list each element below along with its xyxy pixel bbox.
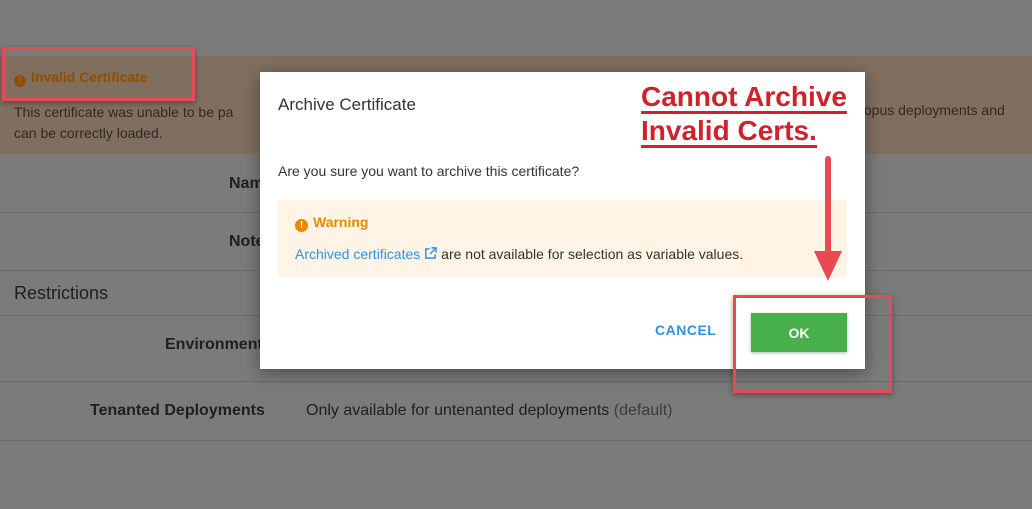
divider xyxy=(0,440,1032,441)
tenanted-deployments-value: Only available for untenanted deployment… xyxy=(306,402,673,419)
dialog-title: Archive Certificate xyxy=(278,95,416,114)
warning-callout: ! Warning Archived certificates are not a… xyxy=(278,200,847,277)
annotation-text: Cannot Archive Invalid Certs. xyxy=(641,81,847,148)
exclamation-circle-icon: ! xyxy=(295,219,308,232)
annotation-box-banner xyxy=(2,47,195,101)
banner-text-right: topus deployments and xyxy=(860,102,1005,118)
warning-title: ! Warning xyxy=(295,214,368,232)
restrictions-heading: Restrictions xyxy=(14,283,109,303)
archived-certificates-link[interactable]: Archived certificates xyxy=(295,246,438,262)
environments-label: Environment xyxy=(165,336,263,353)
annotation-box-ok xyxy=(733,295,892,393)
name-label: Nam xyxy=(229,175,264,192)
external-link-icon xyxy=(425,247,438,259)
cancel-button[interactable]: CANCEL xyxy=(655,322,716,338)
annotation-arrow-icon xyxy=(814,156,842,281)
warning-body: Archived certificates are not available … xyxy=(295,246,744,262)
dialog-question: Are you sure you want to archive this ce… xyxy=(278,163,580,179)
tenanted-deployments-label: Tenanted Deployments xyxy=(90,402,265,419)
